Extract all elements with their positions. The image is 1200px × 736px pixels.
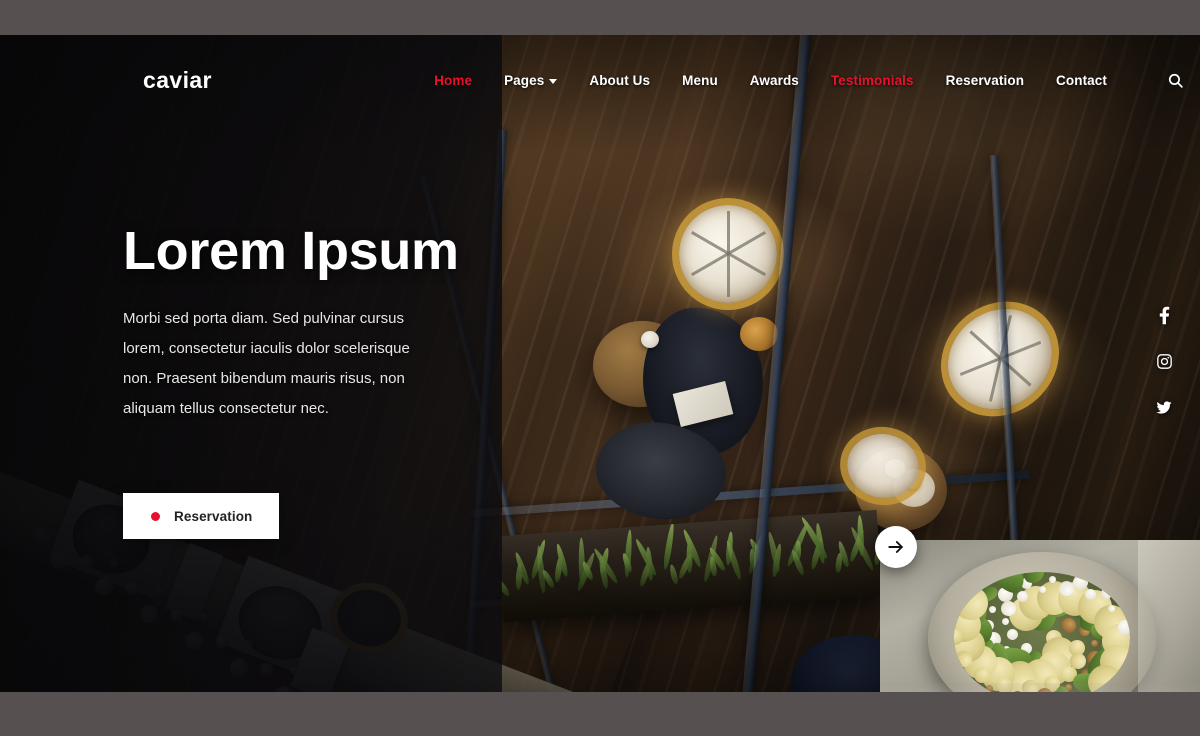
- frame-bar-bottom: [0, 692, 1200, 736]
- hero-paragraph: Morbi sed porta diam. Sed pulvinar cursu…: [123, 310, 410, 418]
- nav-item-label: Pages: [504, 72, 545, 88]
- feta-crumb: [1001, 618, 1009, 626]
- feta-crumb: [1101, 588, 1113, 600]
- reservation-dot-icon: [151, 511, 160, 521]
- frame-bar-top: [0, 0, 1200, 35]
- chevron-down-icon: [549, 78, 558, 84]
- nav-item-pages[interactable]: Pages: [488, 73, 573, 88]
- instagram-icon[interactable]: [1152, 349, 1176, 373]
- reservation-button-label: Reservation: [174, 508, 253, 524]
- nav-item-menu[interactable]: Menu: [666, 73, 734, 88]
- nav-item-label: About Us: [589, 72, 651, 88]
- walnut-piece: [1089, 638, 1099, 649]
- hero-title: Lorem Ipsum: [123, 221, 459, 281]
- browser-frame: caviar Home Pages About Us Menu Awards Testim…: [0, 0, 1200, 736]
- nav-item-label: Contact: [1056, 72, 1107, 88]
- twitter-icon[interactable]: [1152, 395, 1176, 419]
- brand-logo[interactable]: caviar: [143, 68, 212, 92]
- social-links: [1152, 303, 1176, 419]
- nav-item-about-us[interactable]: About Us: [573, 73, 666, 88]
- table-cloth: [1138, 540, 1200, 692]
- nav-item-awards[interactable]: Awards: [734, 73, 815, 88]
- feta-crumb: [1117, 619, 1130, 636]
- next-slide-button[interactable]: [875, 526, 917, 568]
- reservation-button[interactable]: Reservation: [123, 493, 279, 539]
- table-cloth: [880, 683, 1200, 692]
- main-navigation: caviar Home Pages About Us Menu Awards Testim…: [0, 35, 1200, 125]
- search-icon[interactable]: [1157, 72, 1200, 89]
- nav-menu: Home Pages About Us Menu Awards Testimonials R…: [418, 73, 1123, 88]
- hero-slider: caviar Home Pages About Us Menu Awards Testim…: [0, 35, 1200, 692]
- nav-item-label: Home: [434, 72, 473, 88]
- facebook-icon[interactable]: [1152, 303, 1176, 327]
- nav-item-label: Awards: [749, 72, 799, 88]
- nav-item-label: Testimonials: [830, 72, 914, 88]
- nav-item-reservation[interactable]: Reservation: [930, 73, 1040, 88]
- nav-item-label: Reservation: [945, 72, 1025, 88]
- next-slide-thumbnail[interactable]: [880, 540, 1200, 692]
- salad-contents: [954, 572, 1130, 692]
- nav-item-label: Menu: [682, 72, 718, 88]
- nav-item-contact[interactable]: Contact: [1040, 73, 1123, 88]
- walnut-piece: [1060, 616, 1078, 634]
- nav-item-home[interactable]: Home: [418, 73, 488, 88]
- hero-copy: Lorem Ipsum Morbi sed porta diam. Sed pu…: [123, 222, 473, 424]
- feta-crumb: [987, 604, 998, 614]
- nav-item-testimonials[interactable]: Testimonials: [815, 73, 930, 88]
